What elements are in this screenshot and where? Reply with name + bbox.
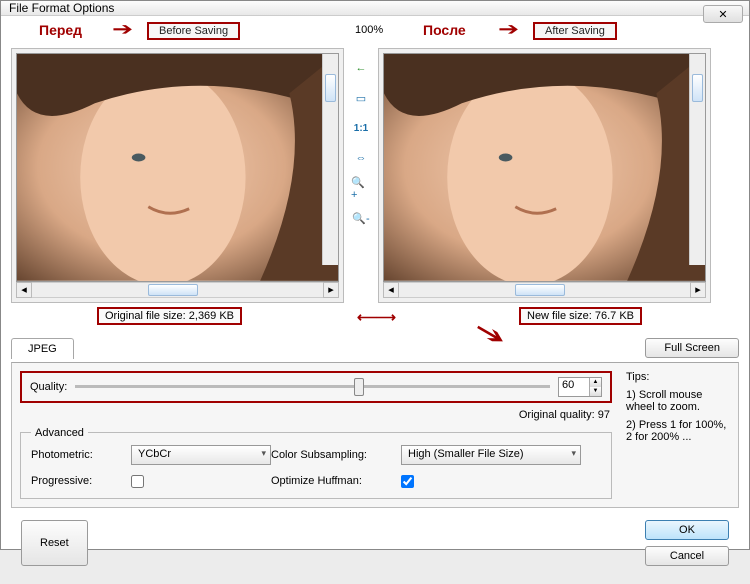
- footer: Reset OK Cancel: [11, 512, 739, 574]
- subsampling-label: Color Subsampling:: [271, 449, 401, 461]
- tips-column: Tips: 1) Scroll mouse wheel to zoom. 2) …: [622, 371, 730, 499]
- annotation-before-text: Перед: [39, 22, 82, 38]
- scroll-track[interactable]: [399, 282, 690, 298]
- preview-tools: ← ▭ 1:1 ⇔ 🔍+ 🔍-: [348, 48, 374, 303]
- zoom-in-icon[interactable]: 🔍+: [351, 178, 371, 198]
- huffman-checkbox[interactable]: [401, 475, 414, 488]
- options-left: Quality: 60 ▲▼ Original quality: 97 Adva…: [20, 371, 612, 499]
- subsampling-combo[interactable]: High (Smaller File Size): [401, 445, 581, 465]
- new-size-value: 76.7 KB: [595, 310, 634, 322]
- vertical-scrollbar[interactable]: [322, 54, 338, 265]
- scroll-track[interactable]: [32, 282, 323, 298]
- advanced-legend: Advanced: [31, 427, 88, 439]
- after-pane: ◂ ▸: [378, 48, 711, 303]
- advanced-fieldset: Advanced Photometric: YCbCr Color Subsam…: [20, 427, 612, 499]
- subsampling-value: High (Smaller File Size): [408, 448, 524, 460]
- photometric-label: Photometric:: [31, 449, 131, 461]
- window-title: File Format Options: [9, 1, 114, 15]
- original-quality-label: Original quality:: [519, 409, 595, 421]
- annotation-after-text: После: [423, 22, 466, 38]
- reset-button[interactable]: Reset: [21, 520, 88, 566]
- original-quality-row: Original quality: 97: [20, 409, 612, 421]
- quality-label: Quality:: [30, 381, 67, 393]
- tips-heading: Tips:: [626, 371, 730, 383]
- scrollbar-thumb[interactable]: [148, 284, 198, 296]
- photometric-combo[interactable]: YCbCr: [131, 445, 271, 465]
- after-saving-label: After Saving: [533, 22, 617, 40]
- progressive-checkbox[interactable]: [131, 475, 144, 488]
- titlebar[interactable]: File Format Options ✕: [1, 1, 749, 16]
- scroll-left-button[interactable]: ◂: [383, 282, 399, 298]
- content: Перед ➔ Before Saving 100% После ➔ After…: [1, 16, 749, 584]
- zoom-out-icon[interactable]: 🔍-: [351, 208, 371, 228]
- quality-spinner[interactable]: 60 ▲▼: [558, 377, 602, 397]
- vertical-scrollbar[interactable]: [689, 54, 705, 265]
- arrow-right-icon: ➔: [498, 20, 519, 38]
- photometric-value: YCbCr: [138, 448, 171, 460]
- quality-value: 60: [562, 379, 574, 391]
- double-arrow-icon: ⟵ ⟶: [357, 309, 393, 326]
- options-panel: Quality: 60 ▲▼ Original quality: 97 Adva…: [11, 362, 739, 508]
- scrollbar-thumb[interactable]: [515, 284, 565, 296]
- progressive-label: Progressive:: [31, 475, 131, 487]
- jpeg-tab[interactable]: JPEG: [11, 338, 74, 359]
- horizontal-scrollbar[interactable]: ◂ ▸: [16, 282, 339, 298]
- file-size-row: Original file size: 2,369 KB ⟵ ⟶ New fil…: [11, 307, 739, 329]
- before-image[interactable]: [16, 53, 339, 282]
- cancel-button[interactable]: Cancel: [645, 546, 729, 566]
- new-size-box: New file size: 76.7 KB: [519, 307, 642, 325]
- dialog-window: File Format Options ✕ Перед ➔ Before Sav…: [0, 0, 750, 550]
- spin-up-icon[interactable]: ▲: [590, 378, 601, 387]
- original-size-label: Original file size:: [105, 310, 186, 322]
- before-pane: ◂ ▸: [11, 48, 344, 303]
- scrollbar-thumb[interactable]: [325, 74, 336, 102]
- quality-row: Quality: 60 ▲▼: [20, 371, 612, 403]
- horizontal-scrollbar[interactable]: ◂ ▸: [383, 282, 706, 298]
- one-to-one-button[interactable]: 1:1: [351, 118, 371, 138]
- tips-line-2: 2) Press 1 for 100%, 2 for 200% ...: [626, 419, 730, 443]
- tips-line-1: 1) Scroll mouse wheel to zoom.: [626, 389, 730, 413]
- arrow-right-icon: ➔: [112, 20, 133, 38]
- zoom-percent: 100%: [355, 24, 383, 36]
- scroll-right-button[interactable]: ▸: [323, 282, 339, 298]
- scroll-right-button[interactable]: ▸: [690, 282, 706, 298]
- huffman-label: Optimize Huffman:: [271, 475, 401, 487]
- before-saving-label: Before Saving: [147, 22, 240, 40]
- fit-width-icon[interactable]: ⇔: [351, 148, 371, 168]
- close-button[interactable]: ✕: [703, 5, 743, 23]
- ok-button[interactable]: OK: [645, 520, 729, 540]
- after-image[interactable]: [383, 53, 706, 282]
- preview-row: ◂ ▸ ← ▭ 1:1 ⇔ 🔍+ 🔍- ◂: [11, 48, 739, 303]
- scrollbar-thumb[interactable]: [692, 74, 703, 102]
- original-quality-value: 97: [598, 409, 610, 421]
- spin-down-icon[interactable]: ▼: [590, 387, 601, 396]
- quality-slider[interactable]: [75, 385, 550, 388]
- annotation-row: Перед ➔ Before Saving 100% После ➔ After…: [11, 22, 739, 44]
- fit-screen-icon[interactable]: ▭: [351, 88, 371, 108]
- undo-icon[interactable]: ←: [351, 58, 371, 78]
- full-screen-button[interactable]: Full Screen: [645, 338, 739, 358]
- original-size-value: 2,369 KB: [189, 310, 234, 322]
- new-size-label: New file size:: [527, 310, 592, 322]
- original-size-box: Original file size: 2,369 KB: [97, 307, 242, 325]
- scroll-left-button[interactable]: ◂: [16, 282, 32, 298]
- tabs-row: JPEG Full Screen: [11, 337, 739, 358]
